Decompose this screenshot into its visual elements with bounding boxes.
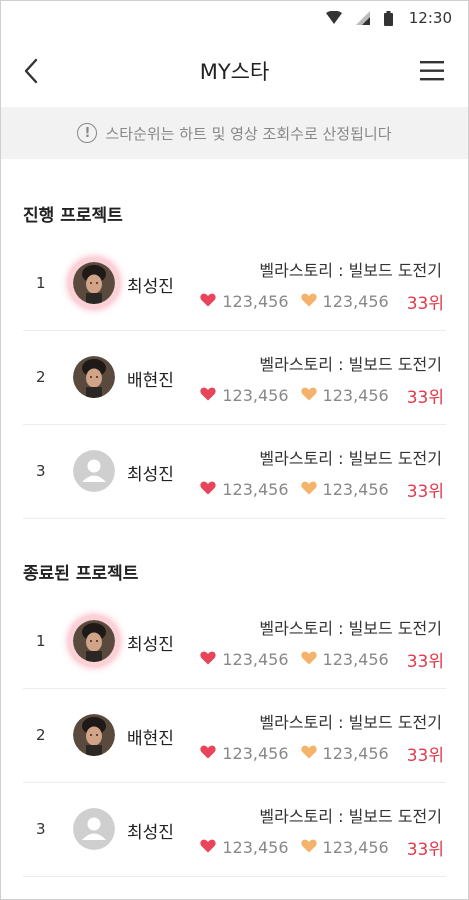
heart-icon bbox=[200, 386, 222, 405]
ranking-badge: 33위 bbox=[406, 746, 444, 766]
avatar bbox=[73, 450, 115, 492]
heart-count: 123,456 bbox=[222, 744, 289, 763]
view-count: 123,456 bbox=[322, 650, 389, 669]
section-title: 진행 프로젝트 bbox=[23, 206, 123, 226]
rank-number: 2 bbox=[36, 726, 46, 744]
stats-line: 123,456 123,456 33위 bbox=[200, 477, 444, 502]
list-item[interactable]: 1 최성진 벨라스토리 : 빌보드 도전기 123,456 123,456 33위 bbox=[23, 237, 446, 331]
stats-line: 123,456 123,456 33위 bbox=[200, 741, 444, 766]
notice-text: 스타순위는 하트 및 영상 조회수로 산정됩니다 bbox=[105, 124, 392, 143]
project-title: 벨라스토리 : 빌보드 도전기 bbox=[259, 713, 442, 732]
ranking-badge: 33위 bbox=[406, 482, 444, 502]
rank-number: 3 bbox=[36, 820, 46, 838]
project-title: 벨라스토리 : 빌보드 도전기 bbox=[259, 261, 442, 280]
star-name: 최성진 bbox=[127, 277, 174, 297]
heart-icon bbox=[200, 838, 222, 857]
heart-count: 123,456 bbox=[222, 650, 289, 669]
rank-number: 1 bbox=[36, 632, 46, 650]
project-title: 벨라스토리 : 빌보드 도전기 bbox=[259, 449, 442, 468]
back-arrow-icon[interactable] bbox=[21, 57, 45, 85]
list-item[interactable]: 1 최성진 벨라스토리 : 빌보드 도전기 123,456 123,456 33위 bbox=[23, 595, 446, 689]
view-count: 123,456 bbox=[322, 480, 389, 499]
stats-line: 123,456 123,456 33위 bbox=[200, 835, 444, 860]
avatar bbox=[73, 262, 115, 304]
ranking-badge: 33위 bbox=[406, 652, 444, 672]
heart-count: 123,456 bbox=[222, 480, 289, 499]
star-name: 배현진 bbox=[127, 729, 174, 749]
project-list: 1 최성진 벨라스토리 : 빌보드 도전기 123,456 123,456 33위 2 배현진… bbox=[1, 237, 468, 519]
list-item[interactable]: 3 최성진 벨라스토리 : 빌보드 도전기 123,456 123,456 33위 bbox=[23, 783, 446, 877]
view-heart-icon bbox=[300, 386, 323, 405]
sections-container: 진행 프로젝트 1 최성진 벨라스토리 : 빌보드 도전기 123,456 123,456… bbox=[1, 201, 468, 877]
project-title: 벨라스토리 : 빌보드 도전기 bbox=[259, 355, 442, 374]
avatar bbox=[73, 714, 115, 756]
project-title: 벨라스토리 : 빌보드 도전기 bbox=[259, 807, 442, 826]
list-item[interactable]: 2 배현진 벨라스토리 : 빌보드 도전기 123,456 123,456 33위 bbox=[23, 689, 446, 783]
ranking-badge: 33위 bbox=[406, 840, 444, 860]
avatar bbox=[73, 356, 115, 398]
app-header: MY스타 bbox=[1, 35, 468, 107]
view-count: 123,456 bbox=[322, 386, 389, 405]
stats-line: 123,456 123,456 33위 bbox=[200, 647, 444, 672]
star-name: 최성진 bbox=[127, 465, 174, 485]
rank-number: 2 bbox=[36, 368, 46, 386]
heart-icon bbox=[200, 650, 222, 669]
view-count: 123,456 bbox=[322, 744, 389, 763]
stats-line: 123,456 123,456 33위 bbox=[200, 383, 444, 408]
rank-number: 1 bbox=[36, 274, 46, 292]
wifi-icon bbox=[325, 11, 342, 25]
view-count: 123,456 bbox=[322, 838, 389, 857]
view-heart-icon bbox=[300, 650, 323, 669]
list-item[interactable]: 3 최성진 벨라스토리 : 빌보드 도전기 123,456 123,456 33위 bbox=[23, 425, 446, 519]
view-heart-icon bbox=[300, 292, 323, 311]
battery-icon bbox=[383, 10, 393, 26]
heart-count: 123,456 bbox=[222, 386, 289, 405]
info-icon: ! bbox=[77, 123, 98, 143]
ranking-badge: 33위 bbox=[406, 294, 444, 314]
status-time: 12:30 bbox=[408, 9, 452, 27]
app-frame: 12:30 MY스타 ! 스타순위는 하트 및 영상 조회수로 산정됩니다 진행… bbox=[0, 0, 469, 900]
view-heart-icon bbox=[300, 838, 323, 857]
stats-line: 123,456 123,456 33위 bbox=[200, 289, 444, 314]
hamburger-menu-icon[interactable] bbox=[420, 59, 446, 83]
list-item[interactable]: 2 배현진 벨라스토리 : 빌보드 도전기 123,456 123,456 33위 bbox=[23, 331, 446, 425]
view-heart-icon bbox=[300, 480, 323, 499]
project-list: 1 최성진 벨라스토리 : 빌보드 도전기 123,456 123,456 33위 2 배현진… bbox=[1, 595, 468, 877]
ranking-badge: 33위 bbox=[406, 388, 444, 408]
status-bar: 12:30 bbox=[1, 1, 468, 35]
heart-icon bbox=[200, 292, 222, 311]
avatar bbox=[73, 808, 115, 850]
star-name: 배현진 bbox=[127, 371, 174, 391]
star-name: 최성진 bbox=[127, 823, 174, 843]
rank-number: 3 bbox=[36, 462, 46, 480]
view-heart-icon bbox=[300, 744, 323, 763]
project-title: 벨라스토리 : 빌보드 도전기 bbox=[259, 619, 442, 638]
notice-banner: ! 스타순위는 하트 및 영상 조회수로 산정됩니다 bbox=[1, 107, 468, 159]
heart-icon bbox=[200, 480, 222, 499]
avatar bbox=[73, 620, 115, 662]
page-title: MY스타 bbox=[199, 60, 270, 84]
star-name: 최성진 bbox=[127, 635, 174, 655]
signal-icon bbox=[355, 11, 370, 25]
heart-count: 123,456 bbox=[222, 838, 289, 857]
heart-icon bbox=[200, 744, 222, 763]
view-count: 123,456 bbox=[322, 292, 389, 311]
section-title: 종료된 프로젝트 bbox=[23, 564, 139, 584]
heart-count: 123,456 bbox=[222, 292, 289, 311]
